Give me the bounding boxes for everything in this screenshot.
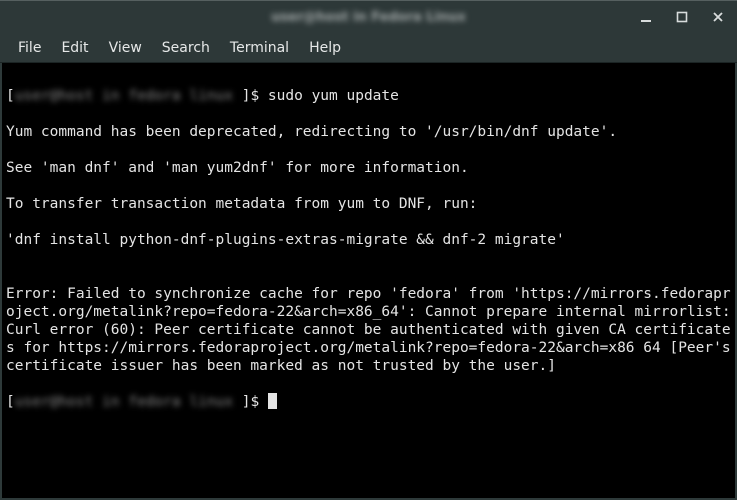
close-icon <box>712 11 724 23</box>
prompt-line-1: [user@host in fedora linux ]$ sudo yum u… <box>6 87 731 105</box>
command-text: sudo yum update <box>268 88 399 104</box>
output-line: Error: Failed to synchronize cache for r… <box>6 285 731 375</box>
close-button[interactable] <box>705 4 731 30</box>
prompt-open: [ <box>6 394 15 410</box>
menubar: File Edit View Search Terminal Help <box>0 33 737 63</box>
menu-file[interactable]: File <box>8 36 51 60</box>
prompt-open: [ <box>6 88 15 104</box>
maximize-icon <box>676 11 688 23</box>
titlebar: user@host in Fedora Linux <box>0 0 737 33</box>
menu-edit[interactable]: Edit <box>51 36 98 60</box>
menu-view[interactable]: View <box>99 36 152 60</box>
output-line: See 'man dnf' and 'man yum2dnf' for more… <box>6 159 731 177</box>
output-line: Yum command has been deprecated, redirec… <box>6 123 731 141</box>
window-title: user@host in Fedora Linux <box>271 10 466 25</box>
window-controls <box>633 1 731 33</box>
cursor-block <box>268 393 277 409</box>
prompt-userhost: user@host in fedora linux <box>15 393 242 411</box>
terminal-area[interactable]: [user@host in fedora linux ]$ sudo yum u… <box>2 63 735 498</box>
maximize-button[interactable] <box>669 4 695 30</box>
prompt-line-2: [user@host in fedora linux ]$ <box>6 393 731 411</box>
menu-terminal[interactable]: Terminal <box>220 36 299 60</box>
minimize-button[interactable] <box>633 4 659 30</box>
prompt-close: ]$ <box>242 394 268 410</box>
menu-help[interactable]: Help <box>299 36 351 60</box>
output-line: To transfer transaction metadata from yu… <box>6 195 731 213</box>
output-line: 'dnf install python-dnf-plugins-extras-m… <box>6 231 731 249</box>
prompt-userhost: user@host in fedora linux <box>15 87 242 105</box>
minimize-icon <box>640 11 652 23</box>
menu-search[interactable]: Search <box>152 36 220 60</box>
prompt-close: ]$ <box>242 88 268 104</box>
